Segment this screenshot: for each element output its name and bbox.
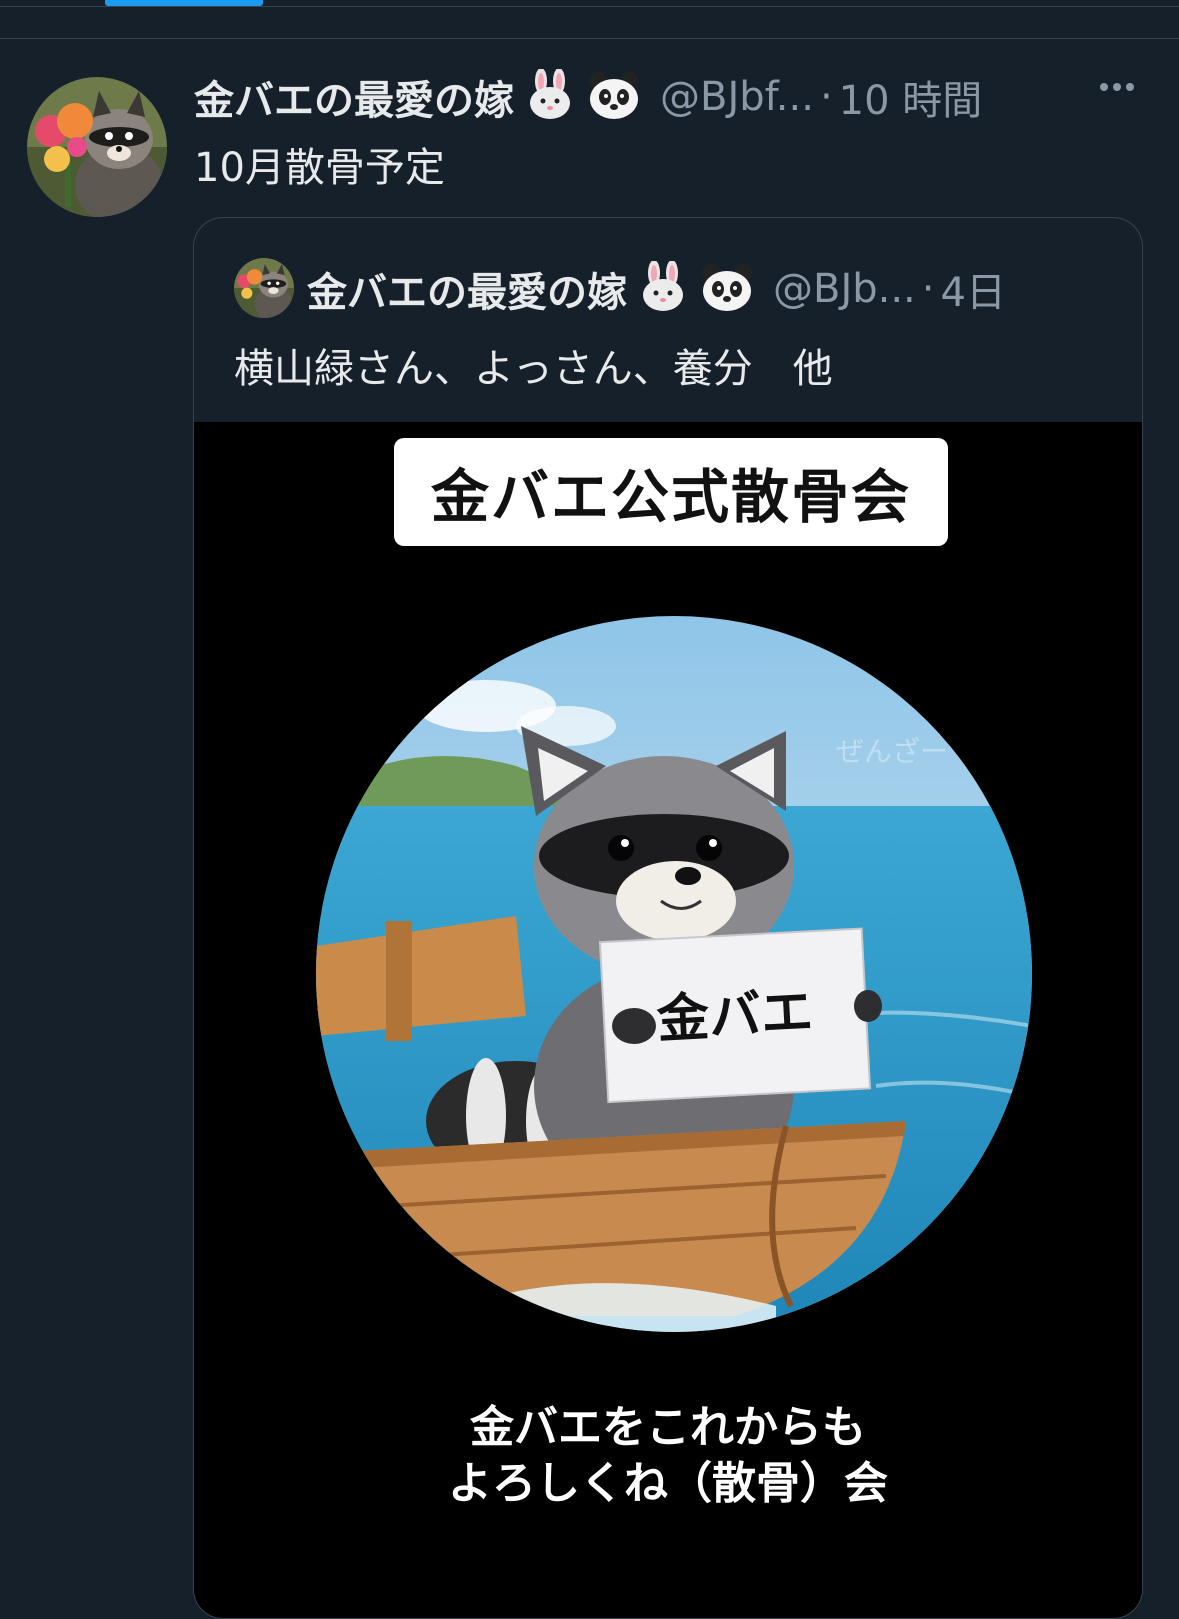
post-header: 金バエの最愛の嫁 @BJbf... · 10 時間 [194,67,982,127]
raccoon-illustration: ぜんざー 金バエ [316,616,1032,1332]
quoted-post-text: 横山緑さん、よっさん、養分 他 [234,346,833,392]
quoted-post-timestamp[interactable]: 4日 [941,260,1006,318]
author-name[interactable]: 金バエの最愛の嫁 [194,68,514,126]
panda-face-icon [586,69,642,125]
post-timestamp[interactable]: 10 時間 [839,68,983,126]
quoted-post-header: 金バエの最愛の嫁 @BJb... · 4日 [307,258,1006,320]
separator-dot: · [921,266,935,312]
quoted-author-handle[interactable]: @BJb... [773,266,916,312]
rabbit-face-icon [637,260,689,317]
quoted-post[interactable]: 金バエの最愛の嫁 @BJb... · 4日 横山緑さん、よっさん、養分 他 金バ… [193,217,1143,1619]
avatar[interactable] [27,77,167,217]
image-watermark: ぜんざー [836,735,948,768]
raccoon-sign-text: 金バエ [655,982,815,1050]
image-title: 金バエ公式散骨会 [430,463,911,531]
image-caption: 金バエをこれからも よろしくね（散骨）会 [194,1400,1142,1512]
panda-face-icon [699,261,755,317]
quoted-avatar[interactable] [234,258,294,318]
divider [0,6,1179,7]
post[interactable]: 金バエの最愛の嫁 @BJbf... · 10 時間 10月散骨予定 金バエの最愛… [0,39,1179,1619]
rabbit-face-icon [524,68,576,125]
post-image[interactable]: 金バエ公式散骨会 ぜんざー 金バエ 金バエをこれからも よろしくね（散骨）会 [194,422,1142,1618]
author-handle[interactable]: @BJbf... [660,74,814,120]
post-text: 10月散骨予定 [194,145,445,191]
image-title-banner: 金バエ公式散骨会 [394,438,948,546]
more-options-icon[interactable] [1092,69,1142,119]
image-caption-line: よろしくね（散骨）会 [448,1458,888,1509]
quoted-author-name[interactable]: 金バエの最愛の嫁 [307,260,627,318]
separator-dot: · [819,74,833,120]
image-caption-line: 金バエをこれからも [470,1402,866,1453]
